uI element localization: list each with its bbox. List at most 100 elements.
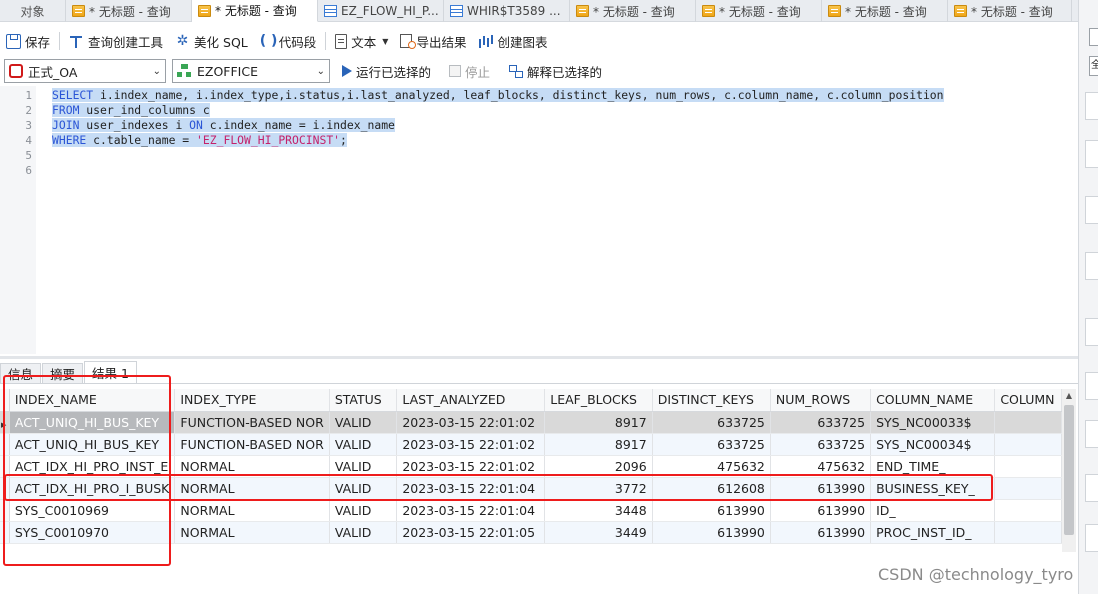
tab-query-5[interactable]: * 无标题 - 查询 — [570, 0, 696, 22]
sql-keyword: SELECT — [52, 88, 94, 102]
tab-query-4[interactable]: WHIR$T3589 ... — [444, 0, 570, 22]
scrollbar-thumb[interactable] — [1064, 405, 1074, 535]
stop-button[interactable]: 停止 — [443, 59, 496, 83]
table-cell[interactable] — [994, 411, 1062, 434]
table-cell[interactable]: 613990 — [770, 521, 872, 544]
text-dropdown-button[interactable]: 文本 ▼ — [329, 29, 394, 53]
query-builder-button[interactable]: 查询创建工具 — [63, 29, 169, 53]
sql-token: user_ind_columns c — [79, 103, 210, 117]
table-cell[interactable]: 633725 — [770, 411, 872, 434]
table-cell[interactable]: 613990 — [652, 499, 771, 522]
table-cell[interactable] — [994, 455, 1062, 478]
selected-text: WHERE c.table_name = 'EZ_FLOW_HI_PROCINS… — [52, 133, 347, 147]
panel-item[interactable] — [1085, 420, 1098, 448]
connection-select[interactable]: 正式_OA ⌄ — [4, 59, 166, 83]
table-cell[interactable]: VALID — [329, 499, 398, 522]
table-cell[interactable] — [994, 521, 1062, 544]
panel-item[interactable] — [1085, 140, 1098, 168]
table-cell[interactable]: VALID — [329, 433, 398, 456]
code-line[interactable]: SELECT i.index_name, i.index_type,i.stat… — [52, 88, 944, 103]
table-cell[interactable]: 2023-03-15 22:01:05 — [396, 521, 546, 544]
schema-select[interactable]: EZOFFICE ⌄ — [172, 59, 330, 83]
pane-splitter[interactable] — [0, 356, 1078, 359]
tab-query-8[interactable]: * 无标题 - 查询 — [948, 0, 1072, 22]
query-toolbar: 保存 查询创建工具 ✲ 美化 SQL ( ) 代码段 文本 ▼ 导出结果 创建图表 — [0, 28, 553, 54]
panel-item[interactable] — [1085, 318, 1098, 346]
column-header-distinct-keys[interactable]: DISTINCT_KEYS — [652, 389, 771, 412]
sql-token: ; — [340, 133, 347, 147]
line-number: 3 — [25, 119, 32, 132]
table-cell[interactable]: 3448 — [544, 499, 653, 522]
vertical-scrollbar[interactable]: ▲ — [1062, 389, 1076, 552]
column-header-last-analyzed[interactable]: LAST_ANALYZED — [396, 389, 546, 412]
panel-item[interactable] — [1085, 372, 1098, 400]
code-line[interactable]: WHERE c.table_name = 'EZ_FLOW_HI_PROCINS… — [52, 133, 347, 148]
tab-query-3[interactable]: EZ_FLOW_HI_P... — [318, 0, 444, 22]
tab-query-7[interactable]: * 无标题 - 查询 — [822, 0, 948, 22]
panel-item[interactable] — [1085, 196, 1098, 224]
table-cell[interactable]: FUNCTION-BASED NOR — [174, 411, 330, 434]
table-cell[interactable]: 2023-03-15 22:01:02 — [396, 411, 546, 434]
panel-item[interactable] — [1085, 92, 1098, 120]
tab-query-6[interactable]: * 无标题 - 查询 — [696, 0, 822, 22]
run-selected-button[interactable]: 运行已选择的 — [336, 59, 437, 83]
table-cell[interactable]: NORMAL — [174, 521, 330, 544]
scroll-up-icon[interactable]: ▲ — [1062, 389, 1076, 403]
table-cell[interactable]: 633725 — [652, 433, 771, 456]
table-cell[interactable]: 2023-03-15 22:01:04 — [396, 499, 546, 522]
panel-filter-input[interactable]: 全 — [1089, 56, 1098, 76]
column-header-num-rows[interactable]: NUM_ROWS — [770, 389, 872, 412]
table-cell[interactable]: ID_ — [870, 499, 996, 522]
panel-item[interactable] — [1085, 474, 1098, 502]
beautify-sql-button[interactable]: ✲ 美化 SQL — [169, 29, 254, 53]
table-cell[interactable]: VALID — [329, 411, 398, 434]
watermark: CSDN @technology_tyro — [878, 565, 1074, 584]
annotation-box-index-name-column — [3, 375, 171, 566]
code-line[interactable]: JOIN user_indexes i ON c.index_name = i.… — [52, 118, 395, 133]
tab-objects[interactable]: 对象 — [0, 0, 66, 22]
code-line[interactable]: FROM user_ind_columns c — [52, 103, 210, 118]
table-cell[interactable]: 2023-03-15 22:01:02 — [396, 433, 546, 456]
code-snippet-button[interactable]: ( ) 代码段 — [254, 29, 323, 53]
table-icon — [450, 5, 463, 17]
table-cell[interactable]: SYS_NC00033$ — [870, 411, 996, 434]
table-cell[interactable]: 633725 — [770, 433, 872, 456]
table-cell[interactable]: NORMAL — [174, 499, 330, 522]
sql-keyword: JOIN — [52, 118, 80, 132]
create-chart-button[interactable]: 创建图表 — [472, 29, 553, 53]
tab-query-1[interactable]: * 无标题 - 查询 — [66, 0, 192, 22]
sql-token: user_indexes i — [79, 118, 190, 132]
explain-selected-button[interactable]: 解释已选择的 — [502, 59, 608, 83]
table-cell[interactable]: 613990 — [652, 521, 771, 544]
column-header-column[interactable]: COLUMN — [994, 389, 1062, 412]
line-number-gutter: 1 2 3 4 5 6 — [0, 86, 36, 354]
column-header-leaf-blocks[interactable]: LEAF_BLOCKS — [544, 389, 653, 412]
table-cell[interactable]: 3449 — [544, 521, 653, 544]
table-cell[interactable]: VALID — [329, 521, 398, 544]
table-cell[interactable] — [994, 499, 1062, 522]
table-cell[interactable]: FUNCTION-BASED NOR — [174, 433, 330, 456]
column-header-status[interactable]: STATUS — [329, 389, 398, 412]
panel-item[interactable] — [1085, 524, 1098, 552]
sql-editor[interactable]: 1 2 3 4 5 6 SELECT i.index_name, i.index_type… — [0, 86, 1078, 354]
stop-icon — [449, 65, 462, 77]
save-button[interactable]: 保存 — [0, 29, 56, 53]
panel-item[interactable] — [1085, 252, 1098, 280]
table-cell[interactable]: 8917 — [544, 411, 653, 434]
line-number: 6 — [25, 164, 32, 177]
column-header-column-name[interactable]: COLUMN_NAME — [870, 389, 996, 412]
export-results-button[interactable]: 导出结果 — [394, 29, 472, 53]
table-cell[interactable]: 8917 — [544, 433, 653, 456]
table-cell[interactable] — [994, 433, 1062, 456]
table-cell[interactable]: 633725 — [652, 411, 771, 434]
table-icon — [324, 5, 337, 17]
table-cell[interactable] — [994, 477, 1062, 500]
panel-search-box[interactable] — [1089, 28, 1098, 46]
sql-token: c.index_name = i.index_name — [202, 118, 395, 132]
tab-query-2[interactable]: * 无标题 - 查询 — [192, 0, 318, 22]
table-cell[interactable]: 613990 — [770, 499, 872, 522]
table-cell[interactable]: PROC_INST_ID_ — [870, 521, 996, 544]
table-cell[interactable]: SYS_NC00034$ — [870, 433, 996, 456]
column-header-index-type[interactable]: INDEX_TYPE — [174, 389, 330, 412]
sql-token: c.table_name = — [86, 133, 197, 147]
